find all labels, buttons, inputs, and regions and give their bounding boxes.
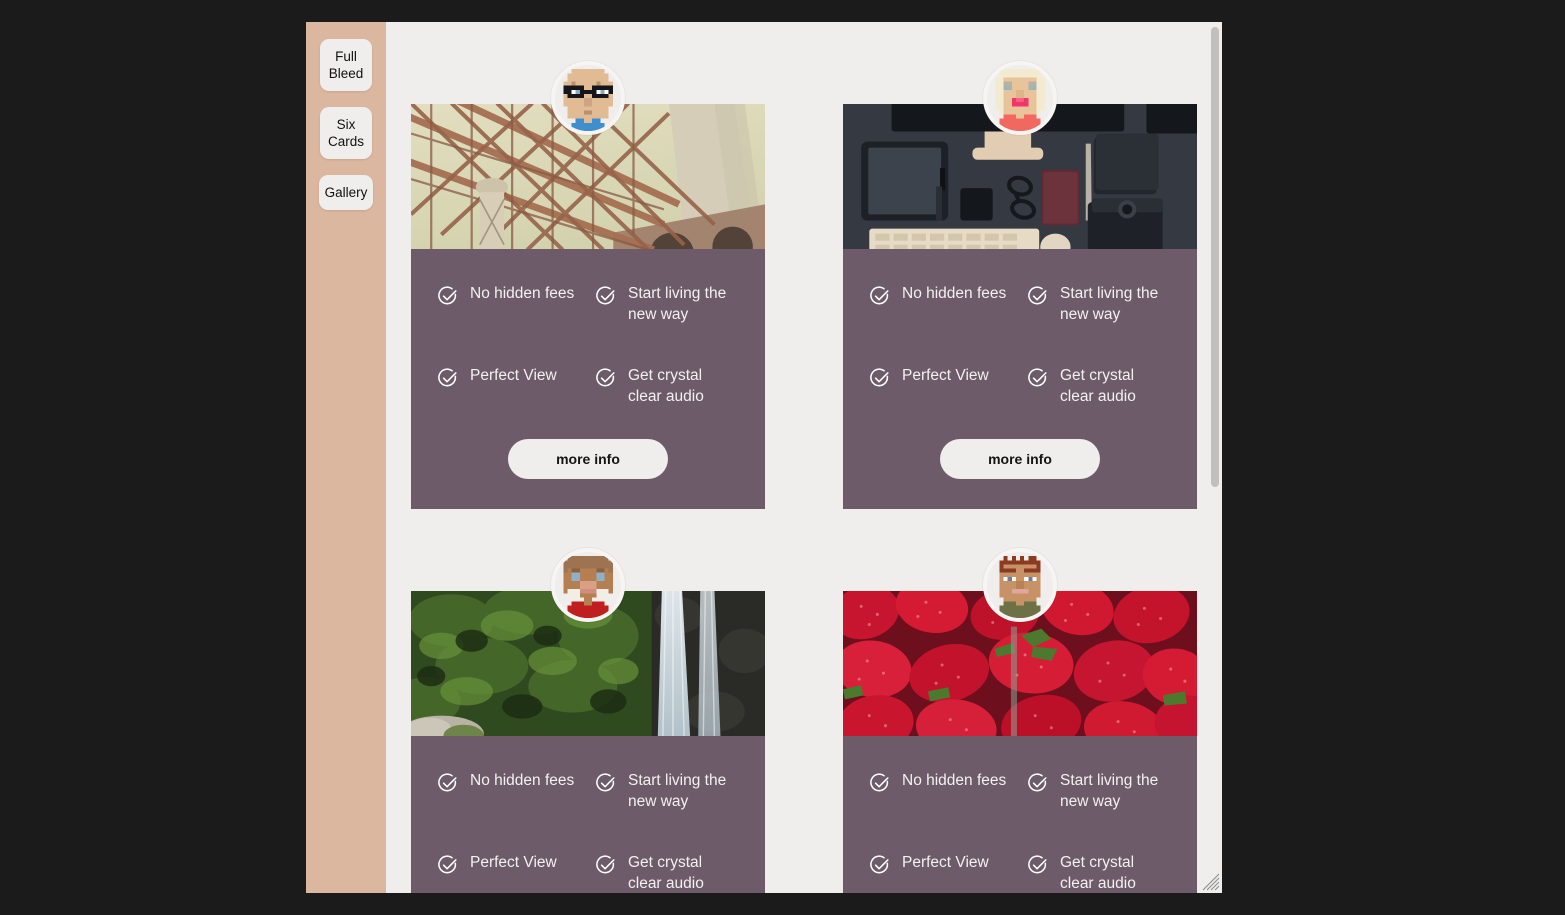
card-waterfall[interactable]: No hidden fees Start living the new way … [411,548,765,893]
sidebar-item-gallery[interactable]: Gallery [319,175,373,210]
feature-grid: No hidden fees Start living the new way … [437,283,739,407]
card-body: No hidden fees Start living the new way … [843,249,1197,509]
feature-item: Get crystal clear audio [595,852,739,893]
card-desk[interactable]: No hidden fees Start living the new way … [843,61,1197,509]
check-circle-icon [1027,367,1049,389]
check-circle-icon [869,285,891,307]
feature-label: No hidden fees [470,772,575,789]
feature-label: No hidden fees [470,285,575,302]
sidebar: Full Bleed Six Cards Gallery [306,22,386,893]
feature-grid: No hidden fees Start living the new way … [869,283,1171,407]
card-bridge[interactable]: No hidden fees Start living the new way … [411,61,765,509]
check-circle-icon [869,772,891,794]
feature-label: Perfect View [470,367,557,384]
feature-label: No hidden fees [902,772,1007,789]
feature-label: Start living the new way [1060,772,1159,810]
more-info-wrap: more info [869,439,1171,479]
check-circle-icon [595,854,617,876]
more-info-button[interactable]: more info [508,439,668,479]
feature-item: Start living the new way [1027,770,1171,812]
feature-label: Perfect View [470,854,557,871]
avatar-blonde-red-shirt [983,61,1057,135]
feature-label: No hidden fees [902,285,1007,302]
check-circle-icon [869,367,891,389]
check-circle-icon [437,772,459,794]
card-body: No hidden fees Start living the new way … [411,249,765,509]
card-strawberries[interactable]: No hidden fees Start living the new way … [843,548,1197,893]
app-window: Full Bleed Six Cards Gallery No hidden f… [306,22,1222,893]
feature-label: Get crystal clear audio [1060,367,1136,405]
feature-label: Perfect View [902,367,989,384]
feature-label: Start living the new way [628,772,727,810]
feature-item: Perfect View [869,365,1013,407]
check-circle-icon [869,854,891,876]
vertical-scrollbar-thumb[interactable] [1211,27,1219,487]
check-circle-icon [595,772,617,794]
feature-label: Get crystal clear audio [628,854,704,892]
check-circle-icon [437,854,459,876]
feature-label: Get crystal clear audio [1060,854,1136,892]
feature-item: Start living the new way [595,283,739,325]
sidebar-item-six-cards[interactable]: Six Cards [320,107,372,159]
card-body: No hidden fees Start living the new way … [411,736,765,893]
avatar-short-hair-olive-shirt [983,548,1057,622]
more-info-wrap: more info [437,439,739,479]
content-scroll-area[interactable]: No hidden fees Start living the new way … [386,22,1222,893]
resize-grip[interactable] [1202,873,1220,891]
feature-item: Start living the new way [595,770,739,812]
feature-item: Start living the new way [1027,283,1171,325]
feature-label: Get crystal clear audio [628,367,704,405]
feature-item: No hidden fees [437,283,581,325]
check-circle-icon [437,285,459,307]
feature-grid: No hidden fees Start living the new way … [869,770,1171,893]
check-circle-icon [437,367,459,389]
cards-grid: No hidden fees Start living the new way … [386,22,1222,893]
check-circle-icon [595,367,617,389]
feature-item: Get crystal clear audio [1027,365,1171,407]
check-circle-icon [595,285,617,307]
check-circle-icon [1027,772,1049,794]
avatar-bald-glasses-blue-shirt [551,61,625,135]
feature-item: No hidden fees [869,770,1013,812]
feature-item: Get crystal clear audio [595,365,739,407]
card-body: No hidden fees Start living the new way … [843,736,1197,893]
feature-label: Perfect View [902,854,989,871]
more-info-button[interactable]: more info [940,439,1100,479]
feature-item: Perfect View [437,852,581,893]
check-circle-icon [1027,285,1049,307]
feature-item: Get crystal clear audio [1027,852,1171,893]
check-circle-icon [1027,854,1049,876]
feature-label: Start living the new way [628,285,727,323]
feature-item: Perfect View [869,852,1013,893]
sidebar-item-full-bleed[interactable]: Full Bleed [320,39,372,91]
feature-item: No hidden fees [869,283,1013,325]
feature-label: Start living the new way [1060,285,1159,323]
feature-item: No hidden fees [437,770,581,812]
avatar-bearded-red-shirt [551,548,625,622]
feature-item: Perfect View [437,365,581,407]
feature-grid: No hidden fees Start living the new way … [437,770,739,893]
